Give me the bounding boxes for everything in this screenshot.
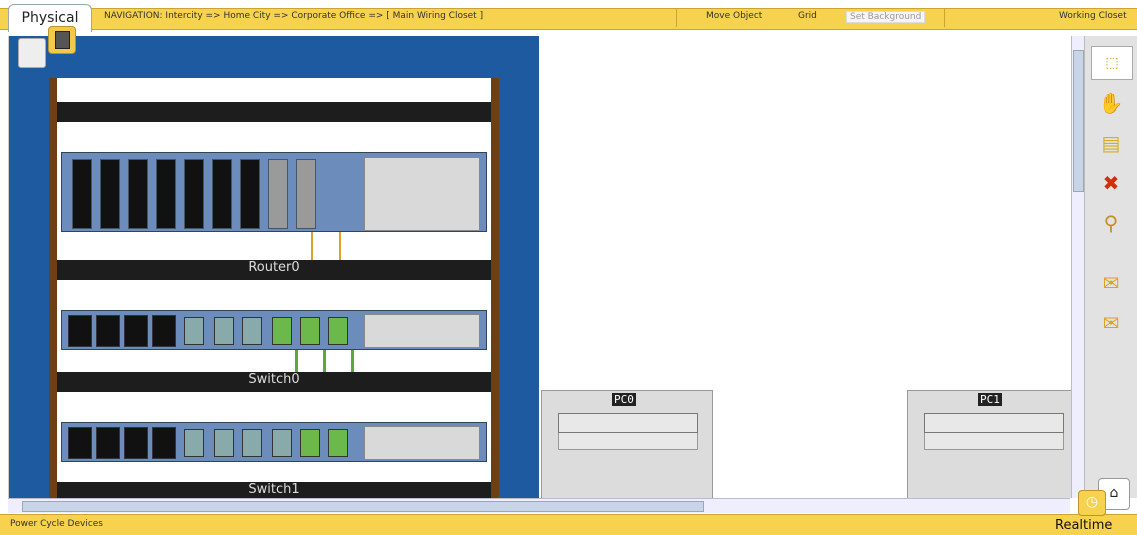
- router-slot[interactable]: [100, 159, 120, 229]
- switch-port[interactable]: [272, 317, 292, 345]
- power-supply[interactable]: [364, 157, 480, 231]
- router-module[interactable]: [296, 159, 316, 229]
- drive-bay: [558, 413, 698, 433]
- select-icon[interactable]: ⬚: [1091, 46, 1133, 80]
- switch-port[interactable]: [328, 317, 348, 345]
- realtime-clock-icon[interactable]: ◷: [1078, 490, 1106, 516]
- grid-button[interactable]: Grid: [798, 11, 817, 21]
- switch-port[interactable]: [272, 429, 292, 457]
- separator: [676, 9, 677, 27]
- workspace[interactable]: Router0 Switch0 Switch1 PC0 PC1: [8, 36, 1071, 498]
- scroll-thumb[interactable]: [1073, 50, 1084, 192]
- delete-icon[interactable]: ✖: [1098, 170, 1124, 196]
- router-label: Router0: [248, 260, 300, 275]
- router-slot[interactable]: [240, 159, 260, 229]
- cable: [351, 350, 354, 372]
- router-slot[interactable]: [212, 159, 232, 229]
- navigate-up-icon[interactable]: [18, 38, 46, 68]
- power-supply[interactable]: [364, 426, 480, 460]
- breadcrumb[interactable]: NAVIGATION: Intercity => Home City => Co…: [104, 11, 483, 21]
- rack: Router0 Switch0 Switch1: [49, 78, 499, 498]
- note-icon[interactable]: ▤: [1098, 130, 1124, 156]
- router-slot[interactable]: [128, 159, 148, 229]
- switch-slot[interactable]: [124, 427, 148, 459]
- working-closet-button[interactable]: Working Closet: [1059, 11, 1127, 21]
- switch-port[interactable]: [300, 429, 320, 457]
- switch1-chassis[interactable]: [61, 422, 487, 462]
- switch-port[interactable]: [300, 317, 320, 345]
- switch-port[interactable]: [242, 429, 262, 457]
- set-background-button[interactable]: Set Background: [846, 11, 926, 23]
- vertical-scrollbar[interactable]: [1071, 36, 1084, 498]
- switch-slot[interactable]: [68, 427, 92, 459]
- cable: [311, 232, 313, 260]
- top-bar: Physical NAVIGATION: Intercity => Home C…: [0, 0, 1137, 34]
- switch-slot[interactable]: [152, 427, 176, 459]
- switch-port[interactable]: [214, 429, 234, 457]
- add-complex-pdu-icon[interactable]: ✉: [1098, 310, 1124, 336]
- add-simple-pdu-icon[interactable]: ✉: [1098, 270, 1124, 296]
- power-cycle-devices-button[interactable]: Power Cycle Devices: [10, 519, 103, 529]
- scroll-thumb[interactable]: [22, 501, 704, 512]
- router-slot[interactable]: [72, 159, 92, 229]
- cable: [339, 232, 341, 260]
- status-bar: Power Cycle Devices: [0, 514, 1137, 535]
- switch-port[interactable]: [214, 317, 234, 345]
- switch-port[interactable]: [184, 429, 204, 457]
- pc0[interactable]: PC0: [541, 390, 713, 498]
- switch-slot[interactable]: [124, 315, 148, 347]
- right-toolbar: ⬚ ✋ ▤ ✖ ⚲ ✉ ✉: [1084, 36, 1137, 498]
- rack-shelf: [57, 102, 491, 122]
- switch0-label: Switch0: [248, 372, 300, 387]
- drive-bay: [924, 413, 1064, 433]
- pc0-label: PC0: [612, 393, 636, 406]
- drive-bay: [924, 433, 1064, 450]
- separator: [944, 9, 945, 27]
- cable: [295, 350, 298, 372]
- switch0-chassis[interactable]: [61, 310, 487, 350]
- zoom-icon[interactable]: ⚲: [1098, 210, 1124, 236]
- rack-view-icon[interactable]: [48, 26, 76, 54]
- router-slot[interactable]: [184, 159, 204, 229]
- switch-port[interactable]: [328, 429, 348, 457]
- router-module[interactable]: [268, 159, 288, 229]
- switch-slot[interactable]: [152, 315, 176, 347]
- move-object-button[interactable]: Move Object: [706, 11, 762, 21]
- power-supply[interactable]: [364, 314, 480, 348]
- realtime-mode-label[interactable]: Realtime: [1055, 518, 1112, 533]
- hand-icon[interactable]: ✋: [1098, 90, 1124, 116]
- switch-port[interactable]: [184, 317, 204, 345]
- horizontal-scrollbar[interactable]: [8, 498, 1070, 513]
- router-slot[interactable]: [156, 159, 176, 229]
- switch-port[interactable]: [242, 317, 262, 345]
- drive-bay: [558, 433, 698, 450]
- switch-slot[interactable]: [96, 427, 120, 459]
- switch1-label: Switch1: [248, 482, 300, 497]
- switch-slot[interactable]: [68, 315, 92, 347]
- rack-background: Router0 Switch0 Switch1: [9, 36, 539, 498]
- cable: [323, 350, 326, 372]
- switch-slot[interactable]: [96, 315, 120, 347]
- router-chassis[interactable]: [61, 152, 487, 232]
- pc1-label: PC1: [978, 393, 1002, 406]
- pc1[interactable]: PC1: [907, 390, 1071, 498]
